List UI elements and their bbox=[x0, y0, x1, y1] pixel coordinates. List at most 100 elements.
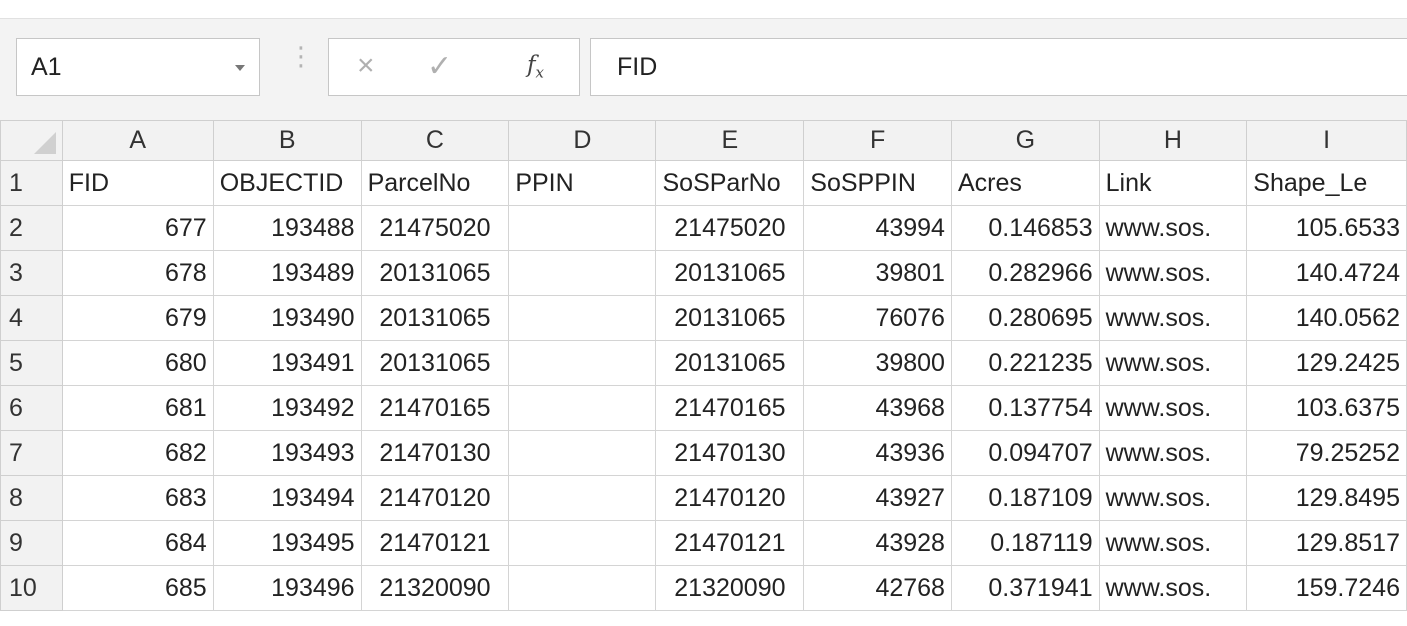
cell[interactable]: www.sos. bbox=[1098, 475, 1248, 521]
cell[interactable]: 0.282966 bbox=[950, 250, 1100, 296]
cell[interactable]: 76076 bbox=[803, 295, 952, 341]
cell[interactable]: 21470130 bbox=[655, 430, 805, 476]
cell[interactable]: SoSPPIN bbox=[803, 160, 952, 206]
enter-icon[interactable]: ✓ bbox=[427, 49, 452, 84]
name-box[interactable]: A1 bbox=[16, 38, 260, 96]
cell[interactable]: 20131065 bbox=[655, 295, 805, 341]
row-header[interactable]: 3 bbox=[0, 250, 63, 296]
cell[interactable]: 0.137754 bbox=[950, 385, 1100, 431]
cell[interactable]: 681 bbox=[61, 385, 214, 431]
cell[interactable]: 680 bbox=[61, 340, 214, 386]
cell[interactable]: SoSParNo bbox=[655, 160, 805, 206]
cell[interactable]: 678 bbox=[61, 250, 214, 296]
cell[interactable]: 0.221235 bbox=[950, 340, 1100, 386]
cell[interactable]: 140.0562 bbox=[1246, 295, 1407, 341]
cell[interactable]: Shape_Le bbox=[1246, 160, 1407, 206]
cell[interactable]: 105.6533 bbox=[1246, 205, 1407, 251]
cell[interactable]: 20131065 bbox=[655, 340, 805, 386]
cell[interactable]: OBJECTID bbox=[212, 160, 362, 206]
cell[interactable]: 43936 bbox=[803, 430, 952, 476]
cell[interactable]: 43927 bbox=[803, 475, 952, 521]
cell[interactable]: 39801 bbox=[803, 250, 952, 296]
cell[interactable]: PPIN bbox=[508, 160, 657, 206]
column-header-h[interactable]: H bbox=[1098, 120, 1248, 161]
cell[interactable] bbox=[508, 295, 657, 341]
cell[interactable]: 20131065 bbox=[360, 340, 510, 386]
cell[interactable]: 0.146853 bbox=[950, 205, 1100, 251]
cell[interactable]: 682 bbox=[61, 430, 214, 476]
cell[interactable]: 193495 bbox=[212, 520, 362, 566]
cell[interactable]: 193492 bbox=[212, 385, 362, 431]
cell[interactable]: 679 bbox=[61, 295, 214, 341]
drag-handle-icon[interactable]: ⋮ bbox=[288, 41, 315, 72]
cell[interactable]: 21470121 bbox=[655, 520, 805, 566]
cell[interactable]: 684 bbox=[61, 520, 214, 566]
row-header[interactable]: 2 bbox=[0, 205, 63, 251]
cell[interactable]: 21470165 bbox=[360, 385, 510, 431]
cell[interactable]: 683 bbox=[61, 475, 214, 521]
cell[interactable]: 0.187109 bbox=[950, 475, 1100, 521]
cancel-icon[interactable]: × bbox=[357, 49, 375, 83]
cell[interactable] bbox=[508, 385, 657, 431]
column-header-a[interactable]: A bbox=[61, 120, 214, 161]
cell[interactable]: 21470121 bbox=[360, 520, 510, 566]
cell[interactable]: 21470120 bbox=[655, 475, 805, 521]
cell[interactable]: 79.25252 bbox=[1246, 430, 1407, 476]
column-header-c[interactable]: C bbox=[360, 120, 510, 161]
cell[interactable]: 20131065 bbox=[360, 250, 510, 296]
cell[interactable] bbox=[508, 250, 657, 296]
row-header[interactable]: 8 bbox=[0, 475, 63, 521]
cell[interactable]: 193489 bbox=[212, 250, 362, 296]
column-header-b[interactable]: B bbox=[212, 120, 362, 161]
cell[interactable]: 103.6375 bbox=[1246, 385, 1407, 431]
cell[interactable]: FID bbox=[61, 160, 214, 206]
cell[interactable]: Link bbox=[1098, 160, 1248, 206]
cell[interactable]: 193494 bbox=[212, 475, 362, 521]
cell[interactable]: 20131065 bbox=[360, 295, 510, 341]
cell[interactable]: 0.094707 bbox=[950, 430, 1100, 476]
cell[interactable]: 193491 bbox=[212, 340, 362, 386]
cell[interactable]: 193493 bbox=[212, 430, 362, 476]
cell[interactable]: 21470130 bbox=[360, 430, 510, 476]
cell[interactable]: 129.8517 bbox=[1246, 520, 1407, 566]
cell[interactable]: 129.8495 bbox=[1246, 475, 1407, 521]
cell[interactable] bbox=[508, 565, 657, 611]
cell[interactable]: 39800 bbox=[803, 340, 952, 386]
cell[interactable] bbox=[508, 475, 657, 521]
cell[interactable]: 677 bbox=[61, 205, 214, 251]
cell[interactable]: 21475020 bbox=[360, 205, 510, 251]
row-header[interactable]: 1 bbox=[0, 160, 63, 206]
column-header-i[interactable]: I bbox=[1246, 120, 1407, 161]
cell[interactable]: 193488 bbox=[212, 205, 362, 251]
cell[interactable]: www.sos. bbox=[1098, 520, 1248, 566]
row-header[interactable]: 9 bbox=[0, 520, 63, 566]
cell[interactable]: www.sos. bbox=[1098, 340, 1248, 386]
cell[interactable] bbox=[508, 205, 657, 251]
cell[interactable] bbox=[508, 430, 657, 476]
cell[interactable]: 43928 bbox=[803, 520, 952, 566]
cell[interactable]: 42768 bbox=[803, 565, 952, 611]
select-all-button[interactable] bbox=[0, 120, 63, 161]
cell[interactable]: www.sos. bbox=[1098, 430, 1248, 476]
row-header[interactable]: 6 bbox=[0, 385, 63, 431]
row-header[interactable]: 5 bbox=[0, 340, 63, 386]
cell[interactable]: 193496 bbox=[212, 565, 362, 611]
row-header[interactable]: 10 bbox=[0, 565, 63, 611]
cell[interactable]: 43968 bbox=[803, 385, 952, 431]
cell[interactable]: 159.7246 bbox=[1246, 565, 1407, 611]
cell[interactable]: 21470120 bbox=[360, 475, 510, 521]
cell[interactable]: www.sos. bbox=[1098, 295, 1248, 341]
cell[interactable]: Acres bbox=[950, 160, 1100, 206]
cell[interactable]: 21320090 bbox=[360, 565, 510, 611]
cell[interactable]: www.sos. bbox=[1098, 565, 1248, 611]
chevron-down-icon[interactable] bbox=[235, 65, 245, 71]
cell[interactable] bbox=[508, 340, 657, 386]
cell[interactable]: 21470165 bbox=[655, 385, 805, 431]
row-header[interactable]: 4 bbox=[0, 295, 63, 341]
cell[interactable]: ParcelNo bbox=[360, 160, 510, 206]
cell[interactable]: 20131065 bbox=[655, 250, 805, 296]
cell[interactable]: 193490 bbox=[212, 295, 362, 341]
cell[interactable]: 0.371941 bbox=[950, 565, 1100, 611]
cell[interactable]: 21320090 bbox=[655, 565, 805, 611]
cell[interactable]: 21475020 bbox=[655, 205, 805, 251]
